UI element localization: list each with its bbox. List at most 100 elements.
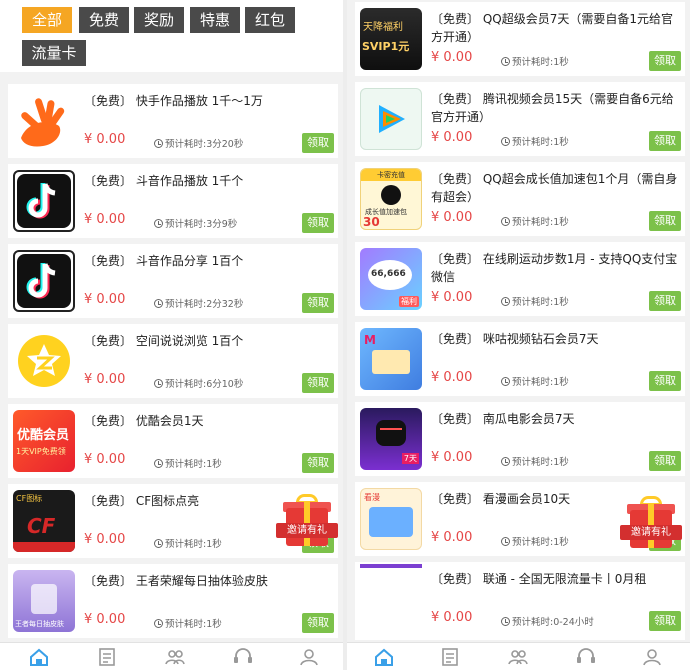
service-icon[interactable] (232, 647, 254, 667)
list-item[interactable]: 卡密充值 成长值加速包 30 〔免费〕 QQ超会成长值加速包1个月（需自身有超会… (355, 162, 685, 236)
comic-banner: 看漫 (360, 488, 422, 550)
tab-reward[interactable]: 奖励 (134, 7, 184, 33)
list-item[interactable]: 〔免费〕 联通 - 全国无限流量卡丨0月租 ¥ 0.00 预计耗时:0-24小时… (355, 562, 685, 640)
steps-banner: 66,666 福利 (360, 248, 422, 310)
claim-button[interactable]: 领取 (649, 131, 681, 151)
list-item[interactable]: 〔免费〕 斗音作品播放 1千个 ¥ 0.00 预计耗时:3分9秒 领取 (8, 164, 338, 238)
clock-icon (154, 299, 163, 308)
claim-button[interactable]: 领取 (302, 373, 334, 393)
item-price: ¥ 0.00 (84, 372, 126, 387)
claim-button[interactable]: 领取 (649, 371, 681, 391)
list-item[interactable]: 7天 〔免费〕 南瓜电影会员7天 ¥ 0.00 预计耗时:1秒 领取 (355, 402, 685, 476)
item-time: 预计耗时:1秒 (501, 134, 569, 148)
item-price: ¥ 0.00 (431, 370, 473, 385)
item-time: 预计耗时:1秒 (501, 454, 569, 468)
item-title: 〔免费〕 QQ超级会员7天（需要自备1元给官方开通） (431, 12, 673, 44)
item-price: ¥ 0.00 (431, 450, 473, 465)
clock-icon (501, 217, 510, 226)
svip-banner: 天降福利 SVIP1元 (360, 8, 422, 70)
invite-gift-label: 邀请有礼 (276, 523, 338, 538)
claim-button[interactable]: 领取 (649, 51, 681, 71)
tab-discount[interactable]: 特惠 (190, 7, 240, 33)
claim-button[interactable]: 领取 (649, 611, 681, 631)
douyin-logo (13, 170, 75, 232)
claim-button[interactable]: 领取 (649, 291, 681, 311)
clock-icon (501, 377, 510, 386)
item-time: 预计耗时:6分10秒 (154, 376, 243, 390)
list-item[interactable]: 优酷会员 1天VIP免费领 〔免费〕 优酷会员1天 ¥ 0.00 预计耗时:1秒… (8, 404, 338, 478)
item-price: ¥ 0.00 (431, 50, 473, 65)
claim-button[interactable]: 领取 (649, 451, 681, 471)
clock-icon (154, 539, 163, 548)
orders-icon[interactable] (96, 647, 118, 667)
home-icon[interactable] (373, 647, 395, 667)
item-time: 预计耗时:1秒 (154, 456, 222, 470)
claim-button[interactable]: 领取 (302, 613, 334, 633)
claim-button[interactable]: 领取 (302, 453, 334, 473)
item-price: ¥ 0.00 (431, 290, 473, 305)
item-time: 预计耗时:0-24小时 (501, 614, 594, 628)
item-time: 预计耗时:1秒 (501, 374, 569, 388)
claim-button[interactable]: 领取 (302, 293, 334, 313)
tab-free[interactable]: 免费 (79, 7, 129, 33)
tab-datacard[interactable]: 流量卡 (22, 40, 86, 66)
list-item[interactable]: 天降福利 SVIP1元 〔免费〕 QQ超级会员7天（需要自备1元给官方开通） ¥… (355, 2, 685, 76)
list-item[interactable]: 〔免费〕 快手作品播放 1千～1万 ¥ 0.00 预计耗时:3分20秒 领取 (8, 84, 338, 158)
list-item[interactable]: 王者每日抽皮肤 〔免费〕 王者荣耀每日抽体验皮肤 ¥ 0.00 预计耗时:1秒 … (8, 564, 338, 638)
item-time: 预计耗时:1秒 (501, 54, 569, 68)
item-title: 〔免费〕 在线刷运动步数1月 - 支持QQ支付宝微信 (431, 252, 678, 284)
list-item[interactable]: M 〔免费〕 咪咕视频钻石会员7天 ¥ 0.00 预计耗时:1秒 领取 (355, 322, 685, 396)
tab-all[interactable]: 全部 (22, 7, 72, 33)
pumpkin-movie-banner: 7天 (360, 408, 422, 470)
kuaishou-logo (13, 90, 75, 152)
item-title: 〔免费〕 优酷会员1天 (84, 414, 204, 428)
category-tabs: 全部 免费 奖励 特惠 红包 流量卡 (0, 0, 343, 72)
orders-icon[interactable] (439, 647, 461, 667)
claim-button[interactable]: 领取 (649, 211, 681, 231)
profile-icon[interactable] (298, 647, 320, 667)
profile-icon[interactable] (641, 647, 663, 667)
clock-icon (501, 457, 510, 466)
clock-icon (154, 379, 163, 388)
home-icon[interactable] (28, 647, 50, 667)
list-item[interactable]: 〔免费〕 腾讯视频会员15天（需要自备6元给官方开通） ¥ 0.00 预计耗时:… (355, 82, 685, 156)
item-time: 预计耗时:3分9秒 (154, 216, 237, 230)
team-icon[interactable] (507, 647, 529, 667)
item-price: ¥ 0.00 (84, 132, 126, 147)
item-title: 〔免费〕 腾讯视频会员15天（需要自备6元给官方开通） (431, 92, 674, 124)
invite-gift-button[interactable]: 邀请有礼 (276, 494, 338, 552)
item-title: 〔免费〕 咪咕视频钻石会员7天 (431, 332, 599, 346)
clock-icon (154, 459, 163, 468)
claim-button[interactable]: 领取 (302, 213, 334, 233)
game-skin-banner: 王者每日抽皮肤 (13, 570, 75, 632)
bottom-nav (0, 642, 343, 670)
youku-banner: 优酷会员 1天VIP免费领 (13, 410, 75, 472)
left-screen: 全部 免费 奖励 特惠 红包 流量卡 〔免费〕 快手作品播放 1千～1万 ¥ 0… (0, 0, 343, 670)
item-price: ¥ 0.00 (431, 210, 473, 225)
claim-button[interactable]: 领取 (302, 133, 334, 153)
item-title: 〔免费〕 QQ超会成长值加速包1个月（需自身有超会） (431, 172, 678, 204)
item-price: ¥ 0.00 (84, 212, 126, 227)
team-icon[interactable] (164, 647, 186, 667)
item-price: ¥ 0.00 (431, 130, 473, 145)
item-title: 〔免费〕 快手作品播放 1千～1万 (84, 94, 263, 108)
clock-icon (501, 57, 510, 66)
item-time: 预计耗时:2分32秒 (154, 296, 243, 310)
bottom-nav (347, 642, 690, 670)
item-time: 预计耗时:1秒 (501, 214, 569, 228)
invite-gift-label: 邀请有礼 (620, 525, 682, 540)
migu-banner: M (360, 328, 422, 390)
list-item[interactable]: 66,666 福利 〔免费〕 在线刷运动步数1月 - 支持QQ支付宝微信 ¥ 0… (355, 242, 685, 316)
item-price: ¥ 0.00 (84, 612, 126, 627)
item-time: 预计耗时:1秒 (154, 616, 222, 630)
invite-gift-button[interactable]: 邀请有礼 (620, 496, 682, 554)
list-item[interactable]: 〔免费〕 斗音作品分享 1百个 ¥ 0.00 预计耗时:2分32秒 领取 (8, 244, 338, 318)
list-item[interactable]: 〔免费〕 空间说说浏览 1百个 ¥ 0.00 预计耗时:6分10秒 领取 (8, 324, 338, 398)
service-icon[interactable] (575, 647, 597, 667)
clock-icon (154, 219, 163, 228)
tab-redpacket[interactable]: 红包 (245, 7, 295, 33)
clock-icon (501, 617, 510, 626)
item-price: ¥ 0.00 (431, 610, 473, 625)
item-price: ¥ 0.00 (84, 532, 126, 547)
cf-banner: CF图标 CF (13, 490, 75, 552)
